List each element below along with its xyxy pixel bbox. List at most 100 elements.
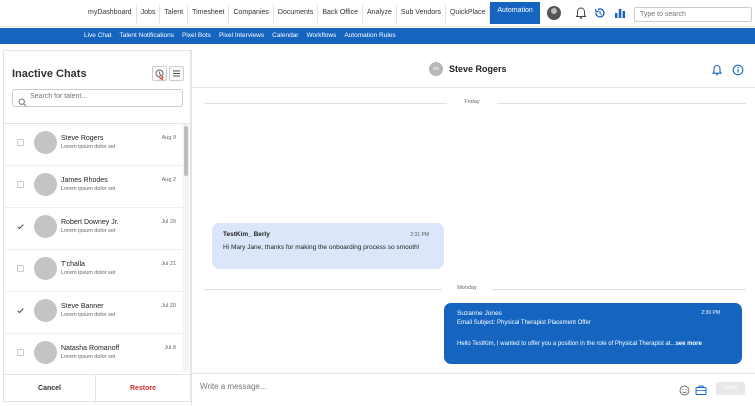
select-checkbox[interactable] bbox=[17, 265, 24, 272]
restore-button[interactable]: Restore bbox=[96, 375, 190, 403]
emoji-icon[interactable] bbox=[679, 383, 690, 401]
select-checkbox[interactable] bbox=[17, 307, 24, 314]
avatar bbox=[34, 257, 57, 280]
message-text: Hi Mary Jane, thanks for making the onbo… bbox=[223, 244, 420, 251]
message-thread: Friday TestKim_ Berly 2:31 PM Hi Mary Ja… bbox=[192, 89, 755, 373]
message-preview: Lorem ipsum dolor set bbox=[61, 144, 116, 150]
chat-date: Jul 21 bbox=[161, 261, 176, 267]
contact-name: Robert Downey Jr. bbox=[61, 219, 119, 226]
chat-area: SR Steve Rogers Friday TestKim_ Berly 2:… bbox=[191, 50, 755, 406]
message-preview: Lorem ipsum dolor set bbox=[61, 312, 116, 318]
chat-date: Jul 29 bbox=[161, 219, 176, 225]
nav-companies[interactable]: Companies bbox=[229, 5, 274, 23]
select-checkbox[interactable] bbox=[17, 349, 24, 356]
nav-mydashboard[interactable]: myDashboard bbox=[84, 5, 137, 23]
template-icon[interactable] bbox=[695, 383, 707, 401]
panel-footer: Cancel Restore bbox=[4, 374, 190, 403]
panel-title: Inactive Chats bbox=[12, 68, 87, 80]
select-checkbox[interactable] bbox=[17, 223, 24, 230]
talent-search-box bbox=[12, 89, 183, 107]
automation-subnav: Live Chat Talent Notifications Pixel Bot… bbox=[0, 28, 755, 44]
nav-talent[interactable]: Talent bbox=[160, 5, 189, 23]
inactive-chats-panel: Inactive Chats Steve Rogers Lorem ipsum … bbox=[3, 50, 191, 403]
chat-header: SR Steve Rogers bbox=[192, 50, 755, 88]
contact-name: Steve Rogers bbox=[61, 135, 104, 142]
select-checkbox[interactable] bbox=[17, 139, 24, 146]
message-composer: Send bbox=[192, 373, 755, 402]
subnav-talent-notifications[interactable]: Talent Notifications bbox=[115, 28, 178, 44]
chat-list-item[interactable]: Steve Rogers Lorem ipsum dolor set Aug 9 bbox=[4, 124, 188, 166]
main-menu: myDashboard Jobs Talent Timesheet Compan… bbox=[84, 2, 540, 27]
avatar bbox=[34, 299, 57, 322]
outgoing-message: Suzanne Jones 2:30 PM Email Subject: Phy… bbox=[444, 303, 742, 364]
bell-icon[interactable] bbox=[711, 63, 723, 81]
avatar bbox=[34, 131, 57, 154]
message-sender: TestKim_ Berly bbox=[223, 231, 270, 238]
user-avatar[interactable] bbox=[547, 6, 561, 20]
message-preview: Lorem ipsum dolor set bbox=[61, 354, 116, 360]
contact-name: Steve Banner bbox=[61, 303, 104, 310]
nav-analyze[interactable]: Analyze bbox=[363, 5, 397, 23]
message-preview: Lorem ipsum dolor set bbox=[61, 270, 116, 276]
subnav-live-chat[interactable]: Live Chat bbox=[80, 28, 115, 44]
chat-list-item[interactable]: Robert Downey Jr. Lorem ipsum dolor set … bbox=[4, 208, 188, 250]
avatar bbox=[34, 341, 57, 364]
nav-timesheet[interactable]: Timesheet bbox=[188, 5, 230, 23]
day-label: Monday bbox=[442, 285, 492, 291]
chat-date: Aug 2 bbox=[161, 177, 176, 183]
message-sender: Suzanne Jones bbox=[457, 310, 502, 317]
send-button[interactable]: Send bbox=[716, 382, 745, 395]
message-preview: Lorem ipsum dolor set bbox=[61, 186, 116, 192]
nav-back-office[interactable]: Back Office bbox=[318, 5, 363, 23]
message-body: Hello TestKim, I wanted to offer you a p… bbox=[457, 339, 727, 349]
subnav-automation-rules[interactable]: Automation Rules bbox=[340, 28, 399, 44]
nav-quickplace[interactable]: QuickPlace bbox=[446, 5, 491, 23]
select-checkbox[interactable] bbox=[17, 181, 24, 188]
contact-name: Natasha Romanoff bbox=[61, 345, 120, 352]
email-subject: Email Subject: Physical Therapist Placem… bbox=[457, 320, 591, 326]
cancel-button[interactable]: Cancel bbox=[4, 375, 96, 403]
info-icon[interactable] bbox=[732, 63, 744, 81]
global-search-input[interactable] bbox=[634, 7, 752, 22]
message-time: 2:30 PM bbox=[701, 310, 720, 316]
restore-chat-button[interactable] bbox=[152, 66, 167, 81]
message-time: 2:31 PM bbox=[410, 232, 429, 238]
message-input[interactable] bbox=[200, 382, 650, 391]
chat-date: Aug 9 bbox=[161, 135, 176, 141]
chat-list-item[interactable]: T'challa Lorem ipsum dolor set Jul 21 bbox=[4, 250, 188, 292]
message-preview: Lorem ipsum dolor set bbox=[61, 228, 116, 234]
nav-automation[interactable]: Automation bbox=[490, 2, 540, 24]
scrollbar-thumb[interactable] bbox=[184, 126, 188, 176]
chat-list: Steve Rogers Lorem ipsum dolor set Aug 9… bbox=[4, 124, 190, 372]
contact-avatar: SR bbox=[429, 62, 443, 76]
top-navigation: myDashboard Jobs Talent Timesheet Compan… bbox=[0, 0, 755, 27]
contact-name: James Rhodes bbox=[61, 177, 108, 184]
search-icon bbox=[18, 94, 27, 112]
nav-sub-vendors[interactable]: Sub Vendors bbox=[397, 5, 446, 23]
chat-date: Jul 8 bbox=[164, 345, 176, 351]
see-more-link[interactable]: see more bbox=[675, 341, 701, 347]
menu-icon[interactable] bbox=[169, 66, 184, 81]
chat-list-item[interactable]: Steve Banner Lorem ipsum dolor set Jul 2… bbox=[4, 292, 188, 334]
talent-search-input[interactable] bbox=[30, 93, 170, 100]
subnav-workflows[interactable]: Workflows bbox=[302, 28, 340, 44]
nav-documents[interactable]: Documents bbox=[274, 5, 319, 23]
chat-list-scrollbar[interactable] bbox=[183, 124, 189, 372]
org-chart-icon[interactable] bbox=[613, 6, 627, 20]
chat-list-item[interactable]: Natasha Romanoff Lorem ipsum dolor set J… bbox=[4, 334, 188, 372]
chat-list-item[interactable]: James Rhodes Lorem ipsum dolor set Aug 2 bbox=[4, 166, 188, 208]
subnav-calendar[interactable]: Calendar bbox=[268, 28, 302, 44]
contact-name: Steve Rogers bbox=[449, 64, 507, 74]
history-icon[interactable] bbox=[593, 6, 607, 20]
contact-name: T'challa bbox=[61, 261, 85, 268]
incoming-message: TestKim_ Berly 2:31 PM Hi Mary Jane, tha… bbox=[212, 223, 444, 269]
bell-icon[interactable] bbox=[574, 6, 588, 20]
subnav-pixel-bots[interactable]: Pixel Bots bbox=[178, 28, 215, 44]
day-label: Friday bbox=[447, 99, 497, 105]
chat-date: Jul 20 bbox=[161, 303, 176, 309]
avatar bbox=[34, 173, 57, 196]
avatar bbox=[34, 215, 57, 238]
nav-jobs[interactable]: Jobs bbox=[137, 5, 161, 23]
subnav-pixel-interviews[interactable]: Pixel Interviews bbox=[215, 28, 268, 44]
message-text: Hello TestKim, I wanted to offer you a p… bbox=[457, 341, 676, 347]
